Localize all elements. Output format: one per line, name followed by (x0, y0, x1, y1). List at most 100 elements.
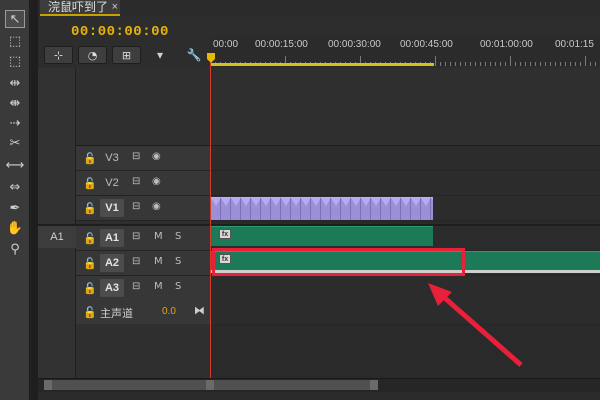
timecode-display[interactable]: 00:00:00:00 (71, 24, 169, 40)
track-row-v3[interactable] (210, 146, 600, 171)
snap-button[interactable]: ⊹ (44, 46, 73, 64)
scroll-handle-left[interactable] (44, 380, 52, 390)
mute-button[interactable]: M (154, 256, 163, 267)
clip-frame-divider (270, 198, 271, 220)
zoom-icon[interactable]: ⚲ (5, 240, 25, 258)
clip-frame-divider (220, 198, 221, 220)
audio-clip-a1[interactable]: fx (211, 226, 433, 246)
ruler-tick (560, 62, 561, 66)
lock-icon[interactable]: 🔓 (83, 282, 97, 295)
track-row-a3[interactable] (210, 276, 600, 301)
sync-lock-icon[interactable]: ⊟ (132, 256, 140, 267)
clip-frame-divider (400, 198, 401, 220)
track-row-v2[interactable] (210, 171, 600, 196)
sync-lock-icon[interactable]: ⊟ (132, 176, 140, 187)
video-clip-v1[interactable] (211, 197, 433, 220)
sync-lock-icon[interactable]: ⊟ (132, 201, 140, 212)
track-name[interactable]: V3 (100, 149, 124, 167)
clip-frame-divider (380, 198, 381, 220)
ruler-tick (595, 62, 596, 66)
clip-frame-divider (230, 198, 231, 220)
track-header-v1: 🔓 V1 ⊟ ◉ (76, 196, 210, 221)
track-name[interactable]: A1 (100, 229, 124, 247)
clip-frame-divider (390, 198, 391, 220)
track-name[interactable]: A2 (100, 254, 124, 272)
clip-frame-divider (420, 198, 421, 220)
source-patch-column (38, 68, 76, 378)
sync-lock-icon[interactable]: ⊟ (132, 281, 140, 292)
clip-frame-divider (350, 198, 351, 220)
ruler-tick (435, 56, 436, 66)
empty-video-area (38, 68, 600, 146)
solo-button[interactable]: S (175, 281, 181, 292)
mute-button[interactable]: M (154, 231, 163, 242)
track-header-a2: 🔓 A2 ⊟ M S (76, 251, 210, 276)
ruler-tick (510, 56, 511, 66)
ruler-tick (575, 62, 576, 66)
clip-frame-divider (370, 198, 371, 220)
track-select-icon[interactable]: ⬚ (5, 32, 25, 50)
razor-icon[interactable]: ✂ (5, 134, 25, 152)
time-ruler[interactable]: 00:00 00:00:15:00 00:00:30:00 00:00:45:0… (210, 36, 600, 66)
ruler-tick (540, 62, 541, 66)
sequence-tab[interactable]: 浣鼠吓到了 × (40, 0, 120, 16)
track-header-v3: 🔓 V3 ⊟ ◉ (76, 146, 210, 171)
lock-icon[interactable]: 🔓 (83, 306, 97, 319)
lock-icon[interactable]: 🔓 (83, 152, 97, 165)
clip-frame-divider (330, 198, 331, 220)
work-area-bar[interactable] (210, 63, 434, 66)
wrench-icon[interactable]: 🔧 (186, 46, 202, 64)
eye-icon[interactable]: ◉ (152, 151, 161, 162)
playhead-line[interactable] (210, 60, 211, 378)
ruler-tick (515, 62, 516, 66)
pen-icon[interactable]: ✒ (5, 199, 25, 217)
rate-stretch-icon[interactable]: ⇢ (5, 114, 25, 132)
highlight-box (212, 248, 465, 276)
clip-frame-divider (430, 198, 431, 220)
solo-button[interactable]: S (175, 256, 181, 267)
eye-icon[interactable]: ◉ (152, 201, 161, 212)
ruler-tick (490, 62, 491, 66)
master-track-header: 🔓 主声道 0.0 ⧓ (76, 300, 210, 324)
mute-button[interactable]: M (154, 281, 163, 292)
scroll-handle-mid[interactable] (206, 380, 214, 390)
track-name[interactable]: A3 (100, 279, 124, 297)
selection-tool-icon[interactable]: ↖ (5, 10, 25, 28)
tools-panel: ↖ ⬚ ⬚ ⇹ ⇼ ⇢ ✂ ⟷ ⇔ ✒ ✋ ⚲ (0, 0, 30, 400)
lock-icon[interactable]: 🔓 (83, 257, 97, 270)
sync-lock-icon[interactable]: ⊟ (132, 231, 140, 242)
track-row-master[interactable] (210, 300, 600, 325)
ripple-edit-icon[interactable]: ⇹ (5, 74, 25, 92)
ruler-tick (495, 62, 496, 66)
rolling-edit-icon[interactable]: ⇼ (5, 94, 25, 112)
eye-icon[interactable]: ◉ (152, 176, 161, 187)
lock-icon[interactable]: 🔓 (83, 232, 97, 245)
track-name[interactable]: V2 (100, 174, 124, 192)
sync-lock-icon[interactable]: ⊟ (132, 151, 140, 162)
lock-icon[interactable]: 🔓 (83, 202, 97, 215)
clip-frame-divider (300, 198, 301, 220)
ruler-tick (530, 62, 531, 66)
lock-icon[interactable]: 🔓 (83, 177, 97, 190)
clip-frame-divider (320, 198, 321, 220)
ruler-tick (565, 62, 566, 66)
scroll-handle-right[interactable] (370, 380, 378, 390)
track-select-alt-icon[interactable]: ⬚ (5, 52, 25, 70)
solo-button[interactable]: S (175, 231, 181, 242)
go-to-end-icon[interactable]: ⧓ (194, 304, 205, 317)
add-marker-button[interactable]: ⊞ (112, 46, 141, 64)
clip-frame-divider (290, 198, 291, 220)
track-header-v2: 🔓 V2 ⊟ ◉ (76, 171, 210, 196)
ruler-tick (465, 62, 466, 66)
tab-close-icon[interactable]: × (112, 0, 118, 15)
hand-icon[interactable]: ✋ (5, 219, 25, 237)
source-patch-a1[interactable]: A1 (38, 226, 76, 248)
link-button[interactable]: ◔ (78, 46, 107, 64)
track-name[interactable]: V1 (100, 199, 124, 217)
ruler-tick (535, 62, 536, 66)
ruler-tick (480, 62, 481, 66)
master-volume-value[interactable]: 0.0 (162, 306, 176, 317)
slip-icon[interactable]: ⟷ (5, 156, 25, 174)
marker-icon[interactable]: ▾ (152, 46, 168, 64)
slide-icon[interactable]: ⇔ (5, 178, 25, 196)
